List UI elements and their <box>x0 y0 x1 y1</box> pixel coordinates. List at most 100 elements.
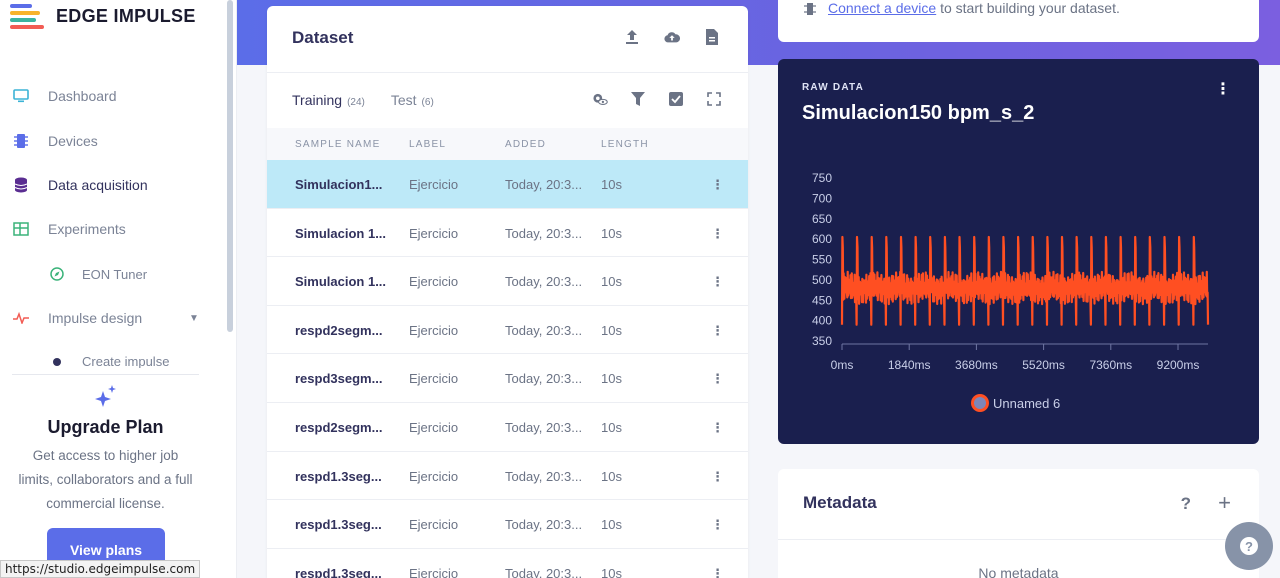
table-row[interactable]: respd2segm... Ejercicio Today, 20:3... 1… <box>267 306 748 355</box>
row-menu-icon[interactable]: ⋮ <box>711 420 724 436</box>
sample-label: Ejercicio <box>409 225 459 241</box>
sidebar-item-dashboard[interactable]: Dashboard <box>12 87 117 105</box>
help-button[interactable]: ? <box>1225 522 1273 570</box>
sample-label: Ejercicio <box>409 419 459 435</box>
edge-impulse-logo-icon <box>10 2 46 30</box>
sample-label: Ejercicio <box>409 517 459 533</box>
help-question-icon[interactable]: ? <box>1181 494 1191 514</box>
chevron-down-icon[interactable]: ▼ <box>189 313 199 324</box>
sparkle-icon <box>12 383 199 415</box>
metadata-card: Metadata ? + No metadata <box>778 469 1259 578</box>
sample-added: Today, 20:3... <box>505 371 583 387</box>
logo[interactable]: EDGE IMPULSE <box>10 2 196 30</box>
sidebar-item-impulse-design[interactable]: Impulse design <box>12 309 142 327</box>
sample-label: Ejercicio <box>409 468 459 484</box>
dataset-panel: Dataset Training (24) Test (6) SAMPLE NA… <box>267 6 748 578</box>
y-tick-label: 600 <box>812 232 832 246</box>
tab-training[interactable]: Training (24) <box>292 92 365 108</box>
row-menu-icon[interactable]: ⋮ <box>711 517 724 533</box>
cloud-upload-icon[interactable] <box>664 28 680 46</box>
table-row[interactable]: respd2segm... Ejercicio Today, 20:3... 1… <box>267 403 748 452</box>
y-tick-label: 450 <box>812 293 832 307</box>
tab-test[interactable]: Test (6) <box>391 92 434 108</box>
sidebar-item-label: Impulse design <box>48 310 143 326</box>
legend-marker-inner <box>974 397 986 409</box>
sample-length: 10s <box>601 225 622 241</box>
question-icon: ? <box>1240 537 1258 555</box>
sample-name: Simulacion1... <box>295 177 383 192</box>
sample-added: Today, 20:3... <box>505 225 583 241</box>
sample-added: Today, 20:3... <box>505 274 583 290</box>
sample-name: respd2segm... <box>295 322 383 338</box>
legend-label: Unnamed 6 <box>993 396 1060 411</box>
column-header-sample-name[interactable]: SAMPLE NAME <box>295 139 380 150</box>
row-menu-icon[interactable]: ⋮ <box>711 371 724 387</box>
row-menu-icon[interactable]: ⋮ <box>711 469 724 485</box>
settings-eye-icon[interactable] <box>592 91 608 107</box>
connect-device-link[interactable]: Connect a device <box>828 0 936 16</box>
sidebar: EDGE IMPULSE Dashboard Devices Data acqu… <box>0 0 237 578</box>
sidebar-scrollbar[interactable] <box>227 0 233 332</box>
row-menu-icon[interactable]: ⋮ <box>711 226 724 242</box>
row-menu-icon[interactable]: ⋮ <box>711 566 724 578</box>
chip-icon <box>804 2 816 19</box>
y-tick-label: 750 <box>812 171 832 185</box>
sample-length: 10s <box>601 371 622 387</box>
row-menu-icon[interactable]: ⋮ <box>711 177 724 193</box>
row-menu-icon[interactable]: ⋮ <box>711 274 724 290</box>
sample-length: 10s <box>601 322 622 338</box>
tab-count: (6) <box>421 97 434 108</box>
table-row[interactable]: respd1.3seg... Ejercicio Today, 20:3... … <box>267 549 748 578</box>
x-tick-label: 5520ms <box>1022 358 1065 372</box>
filter-icon[interactable] <box>630 91 646 107</box>
tab-label: Training <box>292 92 343 108</box>
table-header: SAMPLE NAME LABEL ADDED LENGTH <box>267 128 748 160</box>
sample-length: 10s <box>601 177 622 192</box>
x-tick-label: 3680ms <box>955 358 998 372</box>
upgrade-line: commercial license. <box>46 496 165 511</box>
sample-length: 10s <box>601 419 622 435</box>
x-tick-label: 7360ms <box>1089 358 1132 372</box>
table-row[interactable]: Simulacion 1... Ejercicio Today, 20:3...… <box>267 209 748 258</box>
file-icon[interactable] <box>704 28 720 46</box>
pulse-icon <box>12 309 30 327</box>
y-tick-label: 500 <box>812 273 832 287</box>
sample-length: 10s <box>601 517 622 533</box>
sample-name: respd1.3seg... <box>295 468 382 484</box>
connect-device-card: Connect a device to start building your … <box>778 0 1259 42</box>
sidebar-item-experiments[interactable]: Experiments <box>12 220 126 238</box>
sidebar-item-label: EON Tuner <box>82 266 148 282</box>
sidebar-item-devices[interactable]: Devices <box>12 132 98 150</box>
connect-device-rest: to start building your dataset. <box>936 0 1120 16</box>
column-header-length[interactable]: LENGTH <box>601 139 649 150</box>
sidebar-item-label: Dashboard <box>48 88 117 104</box>
sample-name: Simulacion 1... <box>295 225 387 241</box>
sidebar-item-create-impulse[interactable]: Create impulse <box>48 354 169 368</box>
sample-label: Ejercicio <box>409 371 459 387</box>
monitor-icon <box>12 87 30 105</box>
table-row[interactable]: respd1.3seg... Ejercicio Today, 20:3... … <box>267 452 748 501</box>
sidebar-item-data-acquisition[interactable]: Data acquisition <box>12 176 148 194</box>
table-row[interactable]: Simulacion1... Ejercicio Today, 20:3... … <box>267 160 748 209</box>
upload-icon[interactable] <box>624 28 640 46</box>
sample-added: Today, 20:3... <box>505 419 583 435</box>
column-header-added[interactable]: ADDED <box>505 139 546 150</box>
checkbox-select-icon[interactable] <box>668 91 684 107</box>
sample-label: Ejercicio <box>409 322 459 338</box>
sidebar-item-eon-tuner[interactable]: EON Tuner <box>48 265 147 283</box>
divider <box>267 72 748 73</box>
table-row[interactable]: respd1.3seg... Ejercicio Today, 20:3... … <box>267 500 748 549</box>
upgrade-line: limits, collaborators and a full <box>18 472 193 487</box>
series-line <box>840 235 1210 326</box>
table-row[interactable]: respd3segm... Ejercicio Today, 20:3... 1… <box>267 354 748 403</box>
add-metadata-icon[interactable]: + <box>1218 490 1231 516</box>
sidebar-item-label: Data acquisition <box>48 177 148 193</box>
row-menu-icon[interactable]: ⋮ <box>711 323 724 339</box>
expand-icon[interactable] <box>706 91 722 107</box>
column-header-label[interactable]: LABEL <box>409 139 446 150</box>
sample-name: respd3segm... <box>295 371 383 387</box>
y-tick-label: 350 <box>812 334 832 348</box>
table-row[interactable]: Simulacion 1... Ejercicio Today, 20:3...… <box>267 257 748 306</box>
sample-label: Ejercicio <box>409 274 459 290</box>
tab-label: Test <box>390 92 417 108</box>
